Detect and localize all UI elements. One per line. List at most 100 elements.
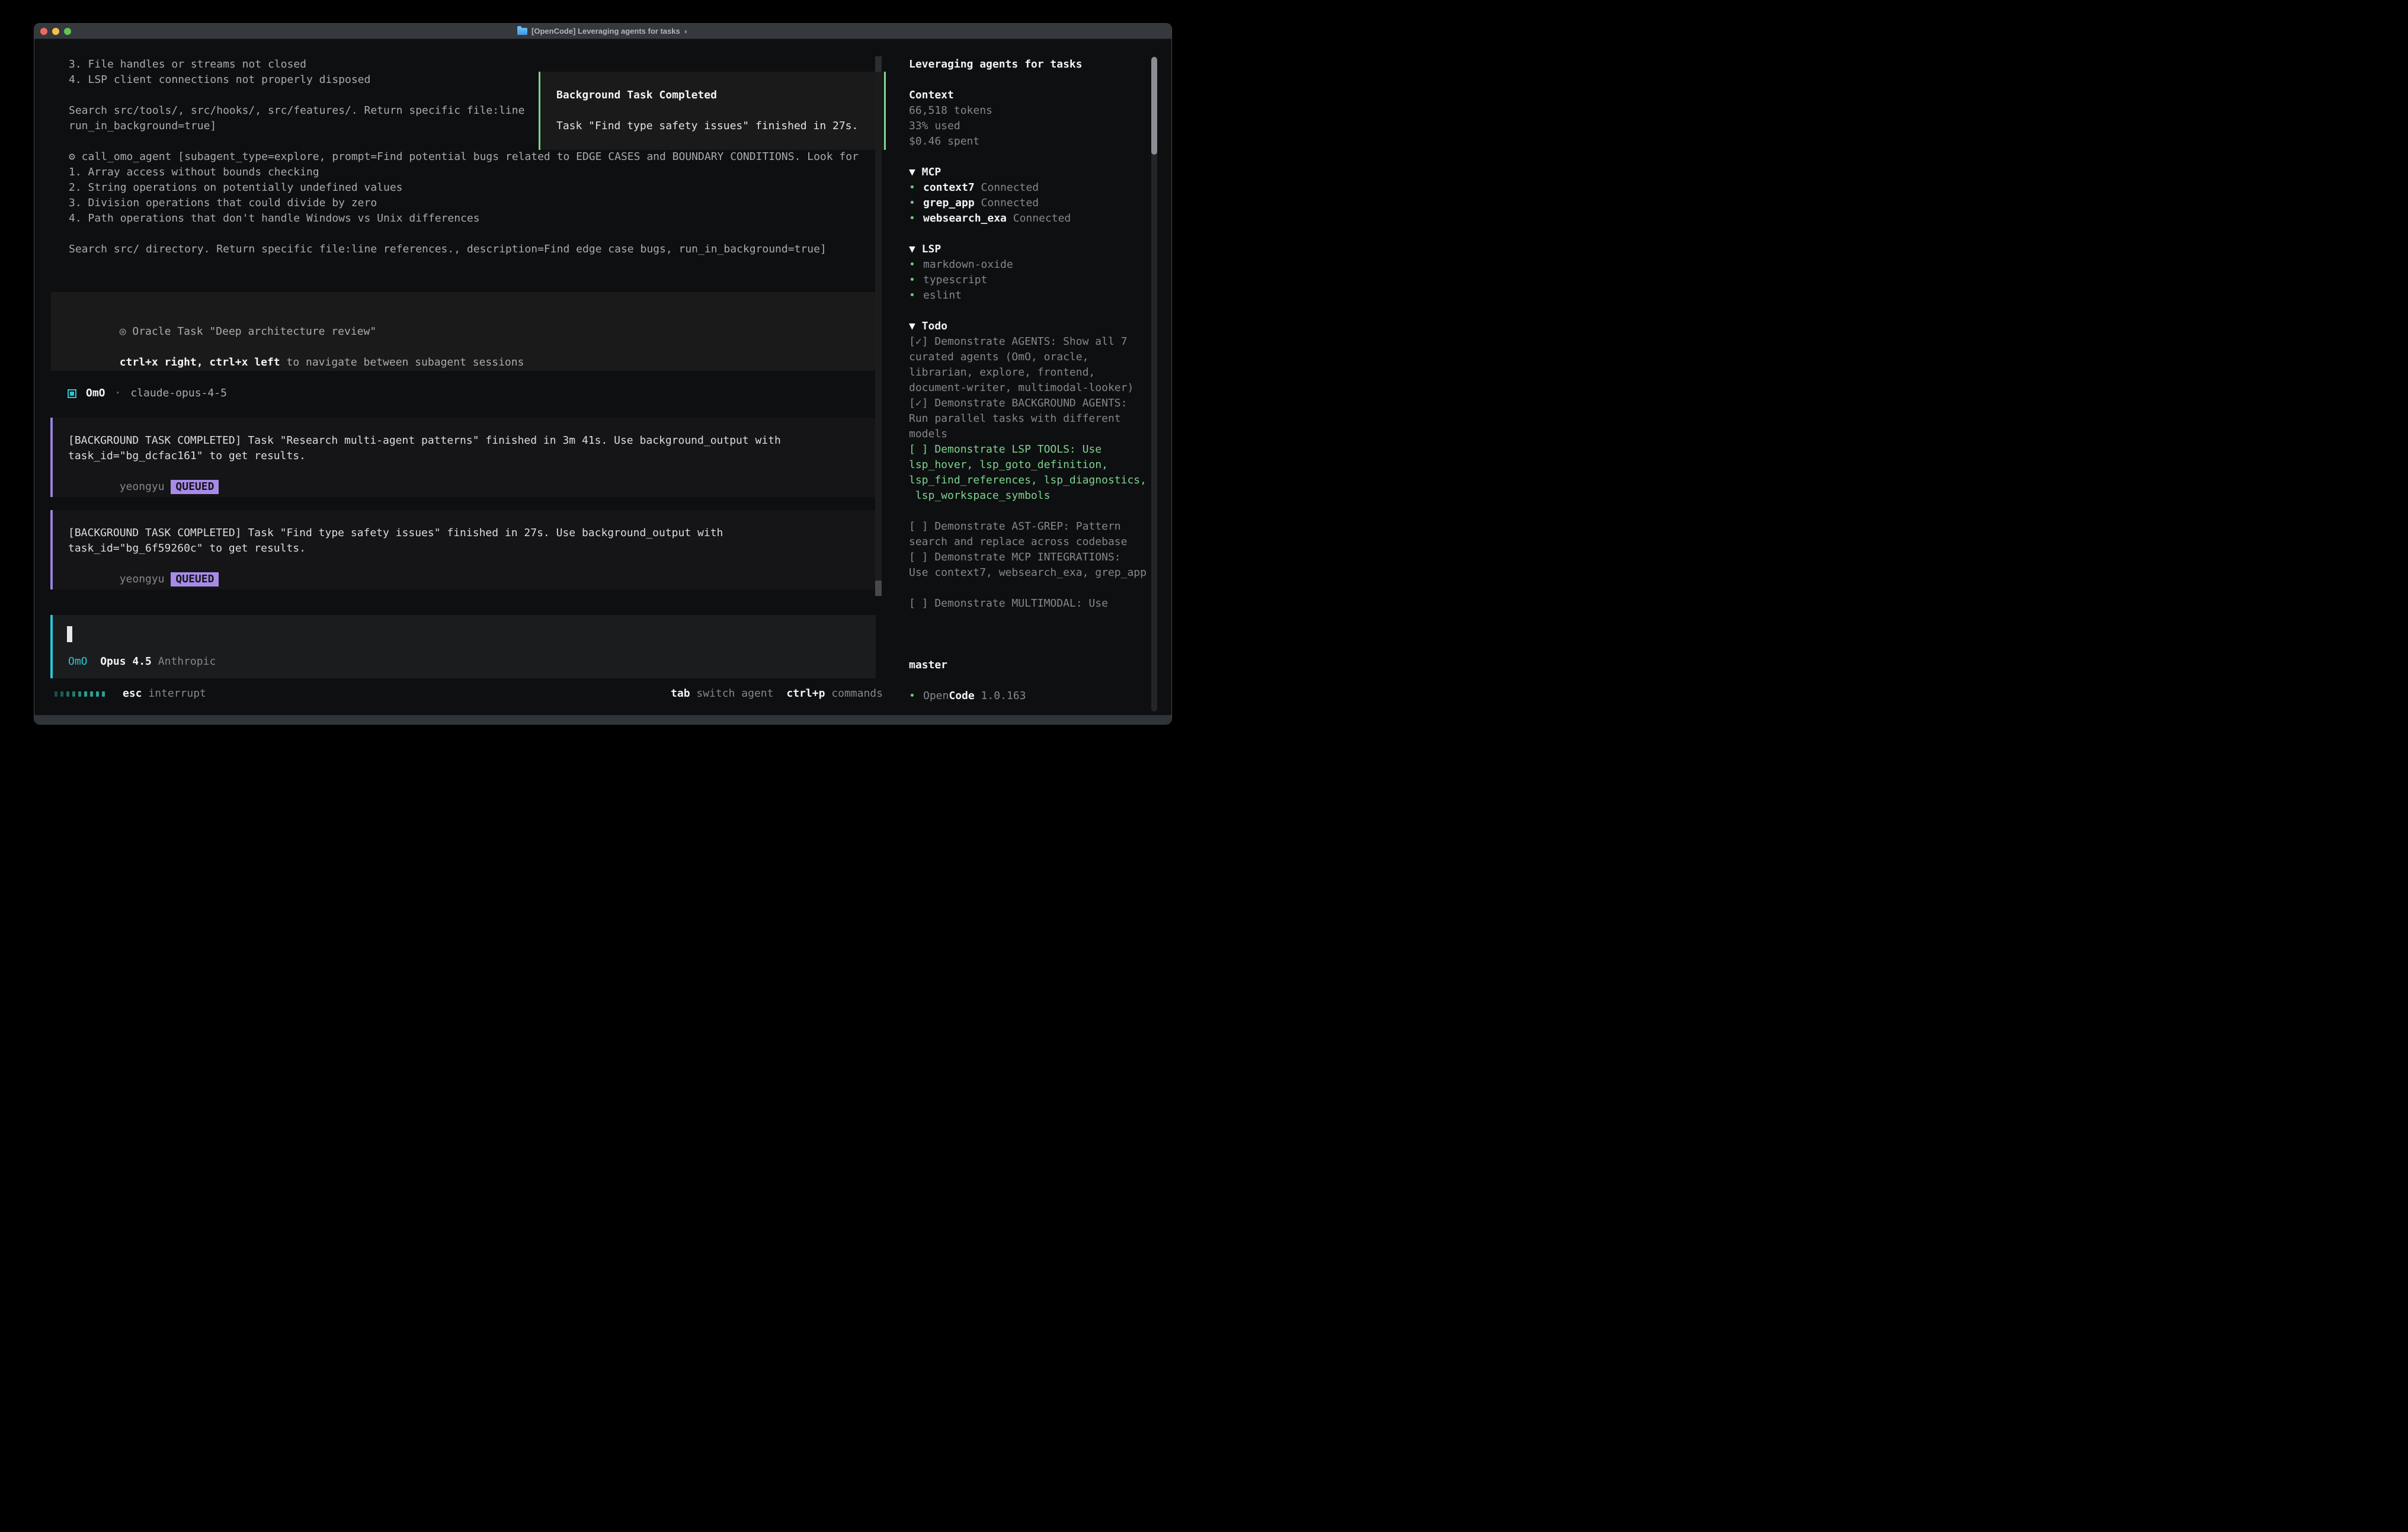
todo-line-pending: [ ] Demonstrate MULTIMODAL: Use [909,596,1149,611]
background-task-message: [BACKGROUND TASK COMPLETED] Task "Find t… [50,510,876,589]
todo-line-pending: [ ] Demonstrate MCP INTEGRATIONS: [909,550,1149,565]
context-heading: Context [909,88,1149,103]
input-meta: OmO Opus 4.5 Anthropic [68,654,216,669]
minimize-button[interactable] [52,28,59,35]
task-user: yeongyu [120,573,171,585]
shortcut-description: to navigate between subagent sessions [280,356,524,368]
terminal-content: 3. File handles or streams not closed 4.… [34,39,1171,715]
app-window: [OpenCode] Leveraging agents for tasks ◐… [34,23,1172,725]
input-agent-name: OmO [68,654,88,669]
todo-line-active: lsp_hover, lsp_goto_definition, [909,457,1149,473]
main-scrollbar-thumb[interactable] [875,581,882,596]
sidebar-scrollbar-thumb[interactable] [1151,57,1157,155]
todo-line-pending: [ ] Demonstrate AST-GREP: Pattern [909,519,1149,534]
task-user: yeongyu [120,480,171,493]
mcp-name: websearch_exa [923,211,1007,226]
tab-key-hint: tab [671,686,690,701]
mcp-status: Connected [1007,211,1071,226]
background-task-message: [BACKGROUND TASK COMPLETED] Task "Resear… [50,418,876,497]
mcp-item: •context7 Connected [909,180,1149,195]
mcp-item: •grep_app Connected [909,195,1149,211]
scrollback-line: 3. Division operations that could divide… [69,195,859,211]
todo-line-done: Run parallel tasks with different [909,411,1149,427]
lsp-name: markdown-oxide [923,257,1013,273]
version-line: •OpenCode 1.0.163 [909,688,1149,704]
scrollback-line: 3. File handles or streams not closed [69,57,859,72]
prompt-input[interactable]: OmO Opus 4.5 Anthropic [50,615,876,678]
main-scrollbar-track[interactable] [875,56,882,596]
close-button[interactable] [40,28,47,35]
lsp-name: typescript [923,273,987,288]
notification-toast: Background Task Completed Task "Find typ… [539,72,886,150]
sidebar-scrollbar-track[interactable] [1151,57,1157,711]
status-dot-icon: • [909,211,923,226]
todo-line-done: document-writer, multimodal-looker) [909,380,1149,396]
status-dot-icon: • [909,195,923,211]
oracle-task-title: Oracle Task "Deep architecture review" [126,325,377,338]
session-title: Leveraging agents for tasks [909,57,1149,72]
working-spinner-icon [55,691,105,697]
scrollback-line: Search src/ directory. Return specific f… [69,242,859,257]
scrollback-line: 2. String operations on potentially unde… [69,180,859,195]
traffic-lights [40,28,71,35]
task-message-line: task_id="bg_dcfac161" to get results. [68,448,876,464]
agent-square-icon [68,389,76,398]
window-title-group: [OpenCode] Leveraging agents for tasks ◐ [517,27,689,36]
esc-key-hint: esc [123,686,142,701]
task-message-line: task_id="bg_6f59260c" to get results. [68,541,876,556]
app-version: 1.0.163 [975,688,1026,704]
todo-line-active: lsp_find_references, lsp_diagnostics, [909,473,1149,488]
todo-line-done: [✓] Demonstrate BACKGROUND AGENTS: [909,396,1149,411]
shortcut-keys: ctrl+x right, ctrl+x left [120,356,280,368]
todo-line-done: [✓] Demonstrate AGENTS: Show all 7 [909,334,1149,350]
todo-line-done: models [909,427,1149,442]
status-dot-icon: • [909,180,923,195]
status-dot-icon: • [909,688,923,704]
edited-indicator-icon: ◐ [684,27,689,36]
todo-section-header[interactable]: ▼ Todo [909,319,1149,334]
context-used: 33% used [909,118,1149,134]
scrollback-line: 4. Path operations that don't handle Win… [69,211,859,226]
workspace-path: ~/local-workspaces/oh-my-opencode: [909,642,1149,658]
mcp-name: context7 [923,180,975,195]
status-dot-icon: • [909,273,923,288]
agent-model: claude-opus-4-5 [130,386,227,401]
ctrlp-key-label: commands [825,686,883,701]
tool-call-line: ⚙ call_omo_agent [subagent_type=explore,… [69,149,859,165]
context-spent: $0.46 spent [909,134,1149,149]
esc-key-label: interrupt [142,686,206,701]
scrollback-line: 1. Array access without bounds checking [69,165,859,180]
oracle-task-icon: ◎ [120,325,126,338]
task-message-line: [BACKGROUND TASK COMPLETED] Task "Find t… [68,525,876,541]
toast-title: Background Task Completed [556,88,884,103]
status-bar-right: tab switch agentctrl+p commands [671,686,883,701]
mcp-status: Connected [975,180,1039,195]
sidebar: Leveraging agents for tasks Context 66,5… [909,57,1149,704]
titlebar: [OpenCode] Leveraging agents for tasks ◐ [34,24,1171,39]
window-bottom-bezel [34,715,1171,724]
folder-icon [517,28,527,35]
task-message-line: [BACKGROUND TASK COMPLETED] Task "Resear… [68,433,876,448]
todo-line-pending: Use context7, websearch_exa, grep_app [909,565,1149,581]
app-name-grey: Open [923,688,949,704]
lsp-section-header[interactable]: ▼ LSP [909,242,1149,257]
oracle-task-box: ◎ Oracle Task "Deep architecture review"… [51,292,876,371]
toast-body: Task "Find type safety issues" finished … [556,118,884,134]
ctrlp-key-hint: ctrl+p [786,686,825,701]
todo-line-done: librarian, explore, frontend, [909,365,1149,380]
todo-line-done: curated agents (OmO, oracle, [909,350,1149,365]
status-dot-icon: • [909,288,923,303]
app-name-bold: Code [949,688,974,704]
input-provider: Anthropic [152,654,216,669]
context-tokens: 66,518 tokens [909,103,1149,118]
status-bar: esc interrupt tab switch agentctrl+p com… [55,686,883,701]
window-title: [OpenCode] Leveraging agents for tasks [531,27,680,36]
separator-dot: · [115,386,121,401]
todo-line-active: [ ] Demonstrate LSP TOOLS: Use [909,442,1149,457]
lsp-item: •eslint [909,288,1149,303]
maximize-button[interactable] [64,28,71,35]
scrollback-line [69,226,859,242]
mcp-name: grep_app [923,195,975,211]
mcp-section-header[interactable]: ▼ MCP [909,165,1149,180]
todo-line-pending: search and replace across codebase [909,534,1149,550]
